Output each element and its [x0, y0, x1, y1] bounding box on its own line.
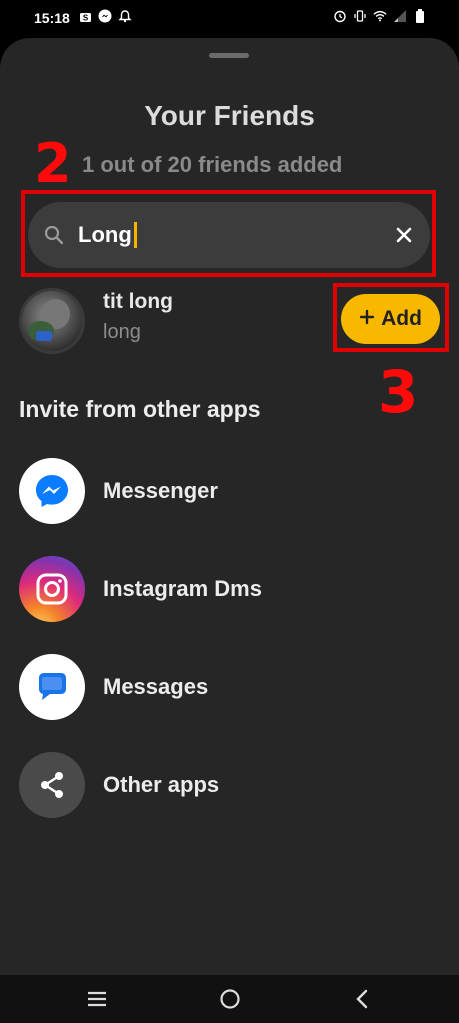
annotation-step-3: 3: [378, 358, 419, 426]
invite-section-title: Invite from other apps: [19, 396, 261, 422]
status-system-icons: [333, 9, 427, 23]
messages-icon: [19, 654, 85, 720]
signal-icon: [393, 9, 407, 23]
search-input[interactable]: Long: [78, 220, 378, 250]
friend-name: tit long: [103, 290, 173, 313]
status-notification-icons: S: [78, 9, 132, 23]
search-icon: [42, 223, 66, 247]
annotation-step-2: 2: [34, 132, 72, 195]
invite-messenger[interactable]: Messenger: [19, 458, 439, 524]
add-button-label: Add: [381, 307, 422, 330]
invite-app-label: Messenger: [103, 478, 218, 503]
status-time: 15:18: [34, 10, 70, 26]
plus-icon: [359, 307, 375, 331]
avatar-photo-shape: [36, 331, 52, 341]
friends-sheet: Your Friends 1 out of 20 friends added 2…: [0, 38, 459, 975]
text-cursor: [133, 222, 137, 248]
home-icon[interactable]: [217, 987, 243, 1011]
friends-count-subtitle: 1 out of 20 friends added: [82, 152, 343, 177]
alarm-icon: [333, 9, 347, 23]
invite-app-label: Instagram Dms: [103, 576, 262, 601]
close-icon[interactable]: [392, 223, 416, 247]
invite-app-label: Other apps: [103, 772, 220, 797]
vibrate-icon: [353, 9, 367, 23]
share-icon: [19, 752, 85, 818]
add-friend-button[interactable]: Add: [341, 294, 440, 344]
page-title: Your Friends: [144, 100, 315, 131]
recent-apps-icon[interactable]: [84, 987, 110, 1011]
messenger-icon: [19, 458, 85, 524]
shop-icon: S: [78, 9, 92, 23]
avatar[interactable]: [19, 288, 85, 354]
invite-other-apps[interactable]: Other apps: [19, 752, 439, 818]
invite-app-label: Messages: [103, 674, 209, 699]
drag-handle[interactable]: [209, 53, 249, 58]
battery-icon: [413, 9, 427, 23]
search-bar[interactable]: Long: [28, 202, 430, 268]
friend-username: long: [103, 321, 141, 343]
svg-text:S: S: [82, 13, 88, 22]
status-bar: 15:18 S: [0, 0, 459, 38]
messenger-notification-icon: [98, 9, 112, 23]
invite-messages[interactable]: Messages: [19, 654, 439, 720]
instagram-icon: [19, 556, 85, 622]
search-input-value: Long: [78, 222, 132, 247]
system-nav-bar: [0, 975, 459, 1023]
wifi-icon: [373, 9, 387, 23]
back-icon[interactable]: [349, 987, 375, 1011]
invite-instagram[interactable]: Instagram Dms: [19, 556, 439, 622]
alarm-bell-icon: [118, 9, 132, 23]
